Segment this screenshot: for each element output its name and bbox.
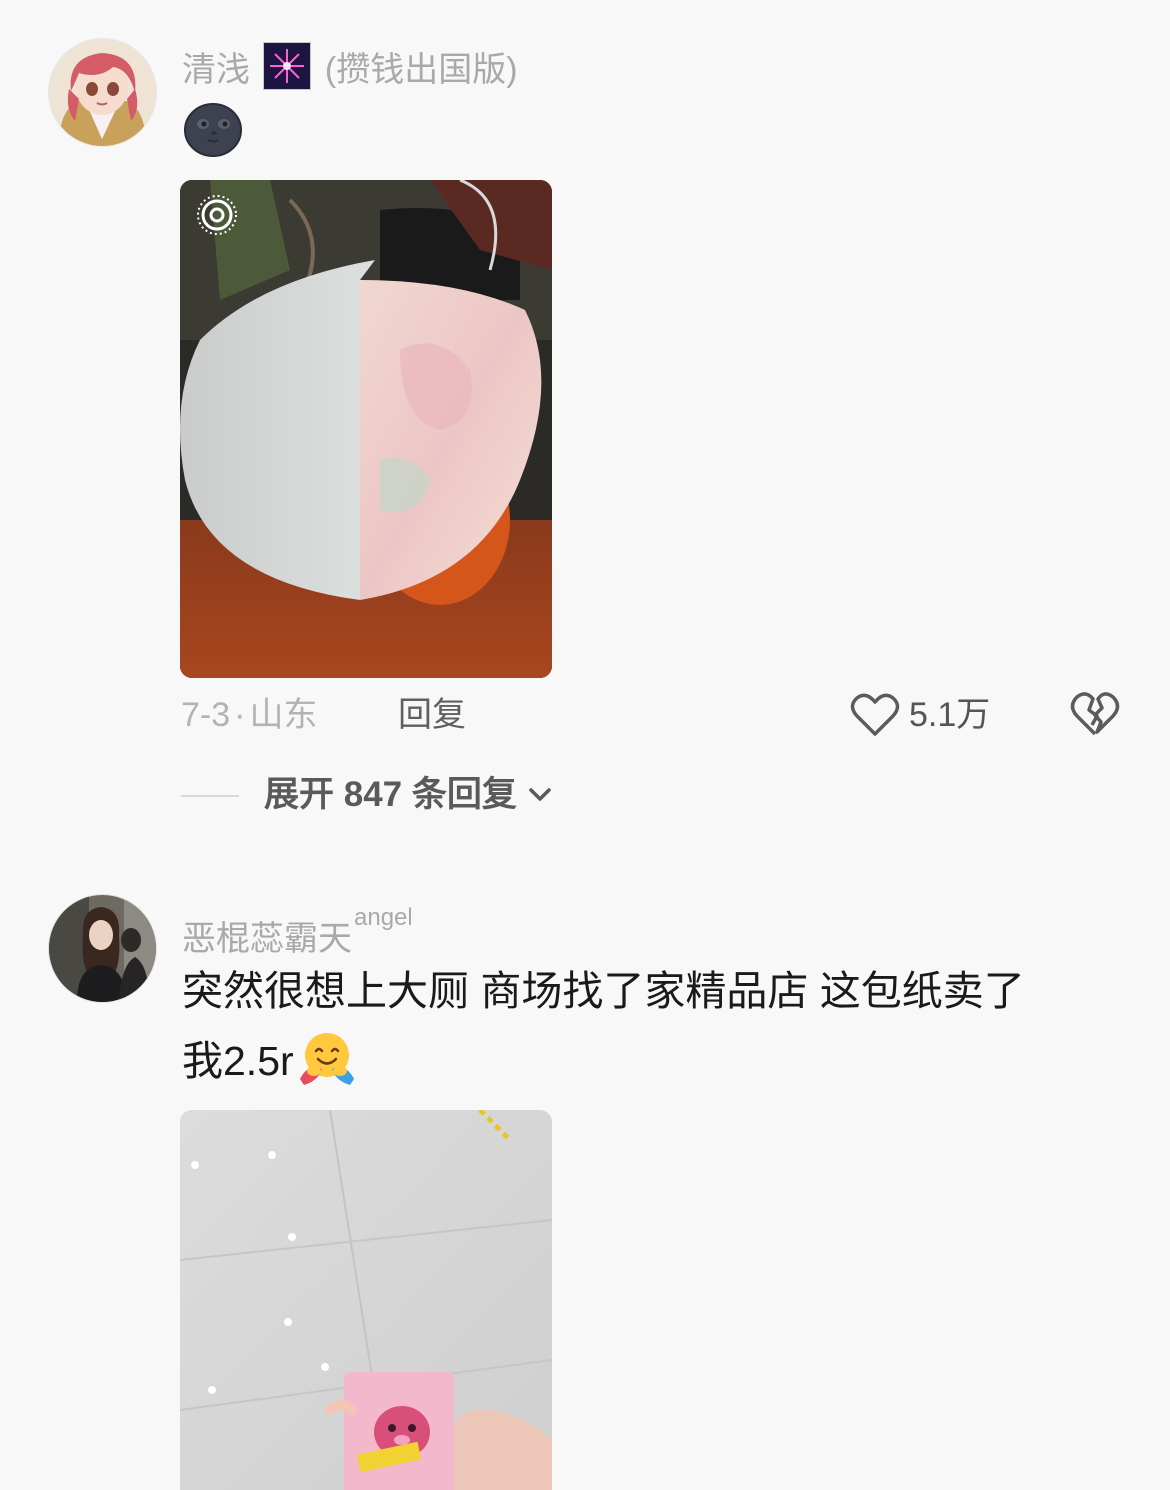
dislike-button[interactable] bbox=[1070, 690, 1120, 738]
comment-item: 恶棍蕊霸天angel 突然很想上大厕 商场找了家精品店 这包纸卖了 我2.5r bbox=[0, 880, 1170, 1490]
heart-icon bbox=[850, 692, 900, 738]
reply-button[interactable]: 回复 bbox=[398, 695, 466, 735]
avatar[interactable] bbox=[48, 894, 157, 1003]
like-count: 5.1万 bbox=[909, 696, 991, 734]
username[interactable]: 清浅 bbox=[182, 51, 250, 89]
comment-item: 清浅 (攒钱出国版) 7-3 · 山东 回复 5.1万 展开 847 条回复 bbox=[0, 0, 1170, 850]
comment-photo[interactable] bbox=[180, 180, 552, 678]
comment-text: 突然很想上大厕 商场找了家精品店 这包纸卖了 我2.5r bbox=[182, 956, 1142, 1096]
firework-icon bbox=[263, 42, 312, 90]
meta-separator: · bbox=[234, 696, 246, 734]
comment-text-line-2: 我2.5r bbox=[182, 1026, 1142, 1096]
like-button[interactable]: 5.1万 bbox=[850, 690, 1010, 740]
broken-heart-icon bbox=[1070, 690, 1120, 738]
divider bbox=[181, 795, 239, 797]
hugging-face-emoji bbox=[298, 1031, 356, 1085]
comment-meta: 7-3 · 山东 bbox=[181, 695, 317, 735]
username-superscript: angel bbox=[354, 904, 411, 931]
username[interactable]: 恶棍蕊霸天 bbox=[182, 920, 352, 958]
comment-photo[interactable] bbox=[180, 1110, 552, 1490]
new-moon-face-emoji bbox=[184, 103, 242, 157]
username-row: 清浅 (攒钱出国版) bbox=[182, 42, 518, 90]
expand-replies-button[interactable]: 展开 847 条回复 bbox=[264, 775, 553, 819]
expand-replies-label: 展开 847 条回复 bbox=[264, 775, 517, 814]
live-photo-icon bbox=[195, 193, 239, 237]
avatar[interactable] bbox=[48, 38, 157, 147]
username-suffix: (攒钱出国版) bbox=[324, 51, 518, 89]
comment-text-line-1: 突然很想上大厕 商场找了家精品店 这包纸卖了 bbox=[182, 968, 1025, 1014]
comment-date: 7-3 bbox=[181, 696, 231, 734]
comment-text-line-2-body: 我2.5r bbox=[182, 1038, 294, 1084]
username-row: 恶棍蕊霸天angel bbox=[182, 898, 411, 959]
comment-location: 山东 bbox=[249, 696, 318, 734]
chevron-down-icon bbox=[527, 784, 553, 804]
